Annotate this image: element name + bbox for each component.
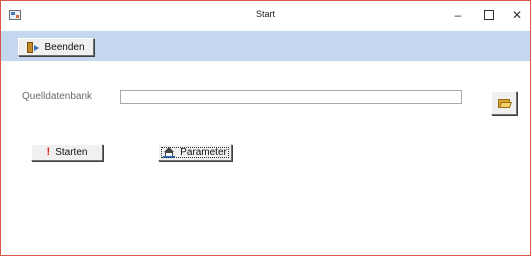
minimize-icon: – (454, 8, 462, 22)
parameter-icon (163, 147, 176, 158)
close-icon: ✕ (511, 8, 523, 22)
source-database-label: Quelldatenbank (22, 91, 93, 102)
source-database-input[interactable] (120, 90, 462, 104)
beenden-label: Beenden (44, 41, 85, 53)
title-bar[interactable]: Start – ✕ (1, 1, 530, 31)
folder-open-icon (497, 98, 512, 108)
maximize-button[interactable] (475, 6, 503, 24)
maximize-icon (484, 9, 494, 20)
parameter-button[interactable]: Parameter (158, 144, 232, 161)
starten-button[interactable]: ! Starten (31, 144, 103, 161)
exclamation-icon: ! (46, 146, 51, 158)
browse-button[interactable] (491, 91, 517, 115)
beenden-button[interactable]: Beenden (18, 38, 94, 56)
exit-door-icon (27, 41, 40, 53)
minimize-button[interactable]: – (444, 6, 472, 24)
starten-label: Starten (55, 147, 88, 158)
close-button[interactable]: ✕ (503, 6, 531, 24)
app-window: Start – ✕ Beenden Quelldatenbank ! Start… (0, 0, 531, 256)
parameter-label: Parameter (180, 147, 227, 158)
